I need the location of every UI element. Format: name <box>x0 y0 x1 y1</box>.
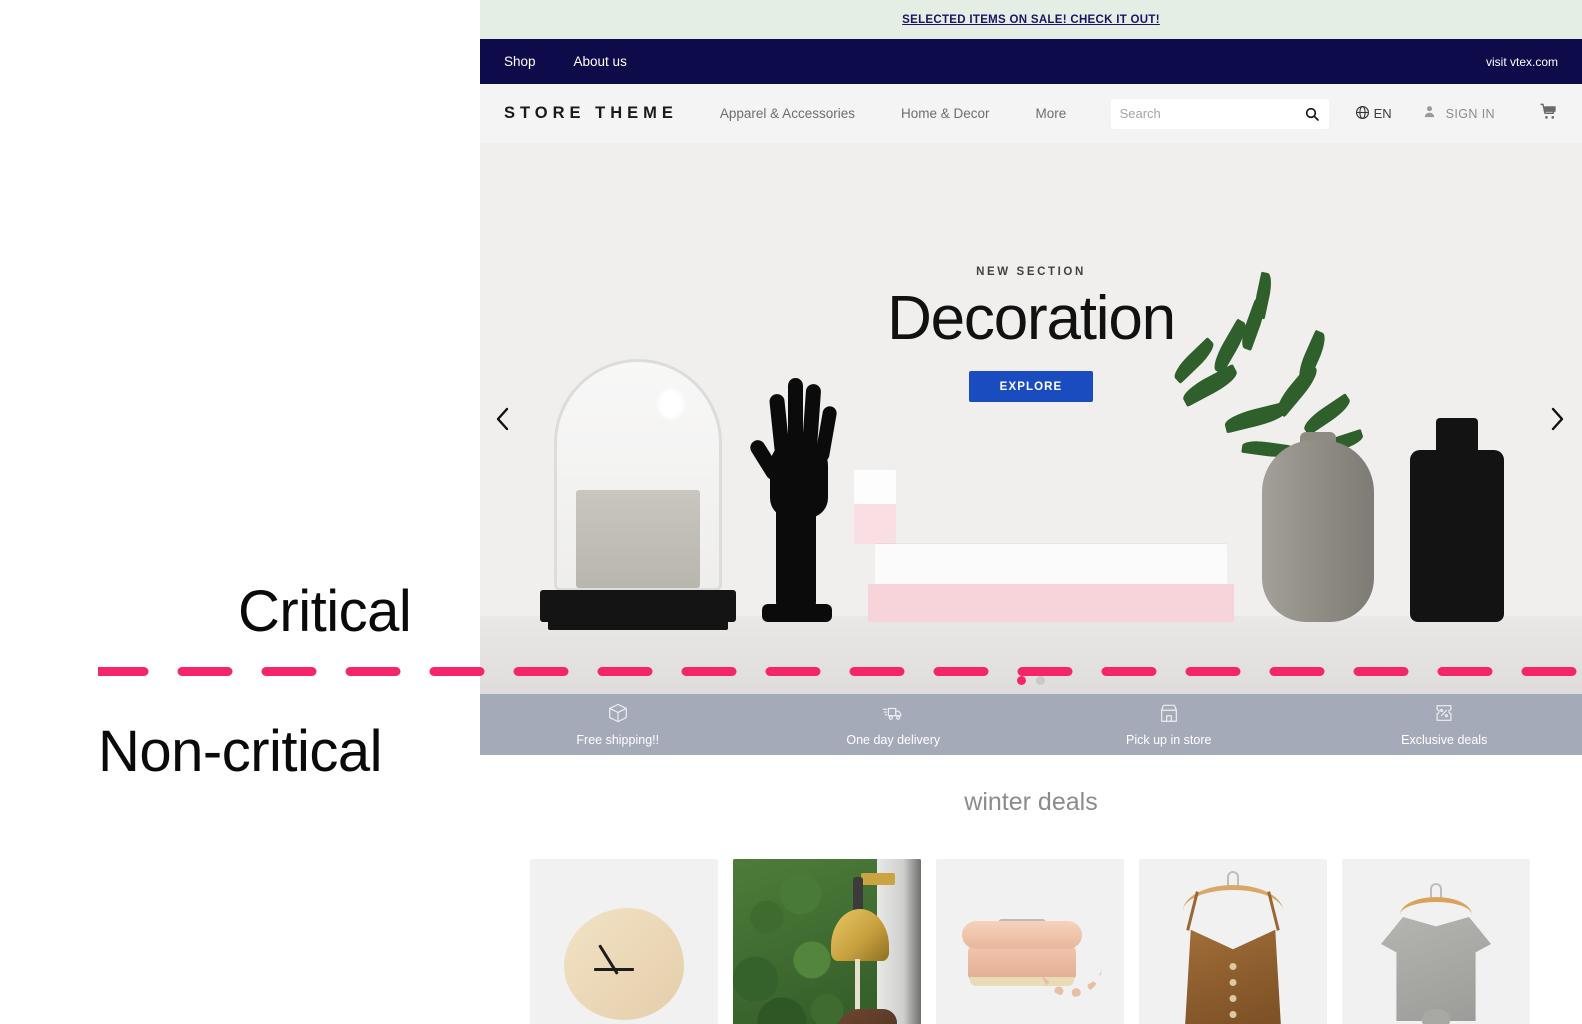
product-card-gray-knot-tshirt[interactable] <box>1342 859 1530 1024</box>
benefit-label: Free shipping!! <box>576 733 660 747</box>
critical-label: Critical <box>238 579 412 644</box>
white-book-object <box>875 544 1227 586</box>
benefit-label: One day delivery <box>846 733 941 747</box>
explore-button[interactable]: EXPLORE <box>969 371 1093 403</box>
promo-bar: SELECTED ITEMS ON SALE! CHECK IT OUT! <box>480 0 1582 39</box>
discount-ticket-icon <box>1433 702 1455 729</box>
top-nav-links: Shop About us <box>504 54 627 69</box>
non-critical-label: Non-critical <box>98 719 383 784</box>
benefit-one-day-delivery[interactable]: One day delivery <box>756 702 1032 747</box>
search-input[interactable] <box>1119 106 1304 121</box>
shopping-cart-icon[interactable] <box>1539 102 1558 126</box>
benefit-label: Exclusive deals <box>1401 733 1488 747</box>
site-header: STORE THEME Apparel & Accessories Home &… <box>480 84 1582 143</box>
top-nav-item-shop[interactable]: Shop <box>504 54 536 69</box>
benefit-free-shipping[interactable]: Free shipping!! <box>480 702 756 747</box>
promo-link[interactable]: SELECTED ITEMS ON SALE! CHECK IT OUT! <box>902 14 1160 26</box>
website-screenshot: SELECTED ITEMS ON SALE! CHECK IT OUT! Sh… <box>480 0 1582 1024</box>
product-card-wooden-wall-clock[interactable] <box>530 859 718 1024</box>
package-box-icon <box>607 702 629 729</box>
clock-image <box>564 907 684 1020</box>
product-card-rotary-telephone[interactable] <box>936 859 1124 1024</box>
top-nav-item-about-us[interactable]: About us <box>574 54 627 69</box>
black-hand-sculpture <box>747 378 846 622</box>
screenshot-root: Critical Non-critical SELECTED ITEMS ON … <box>0 0 1582 1024</box>
language-label: EN <box>1373 106 1392 121</box>
globe-icon <box>1355 105 1370 123</box>
chevron-left-icon[interactable] <box>486 402 520 436</box>
benefit-exclusive-deals[interactable]: Exclusive deals <box>1307 702 1582 747</box>
search-box[interactable] <box>1110 98 1329 129</box>
hero-carousel: NEW SECTION Decoration EXPLORE <box>480 143 1582 694</box>
nav-item-home-decor[interactable]: Home & Decor <box>901 106 990 121</box>
hero-eyebrow: NEW SECTION <box>976 266 1086 278</box>
product-shelf <box>480 859 1582 1024</box>
main-navigation: Apparel & Accessories Home & Decor More <box>720 106 1066 121</box>
pink-book-object <box>868 584 1234 622</box>
benefit-pick-up-in-store[interactable]: Pick up in store <box>1031 702 1307 747</box>
language-selector[interactable]: EN <box>1355 105 1392 123</box>
sign-in-label: SIGN IN <box>1445 106 1495 121</box>
hero-background-photo <box>480 143 1582 694</box>
benefits-bar: Free shipping!! One day delivery Pick up… <box>480 694 1582 755</box>
nav-item-more[interactable]: More <box>1036 106 1067 121</box>
carousel-dots <box>480 676 1582 685</box>
product-card-brass-bell[interactable] <box>733 859 921 1024</box>
annotation-panel: Critical Non-critical <box>0 0 480 1024</box>
white-box-object <box>854 470 896 504</box>
carousel-dot-1[interactable] <box>1017 676 1026 685</box>
hero-content: NEW SECTION Decoration EXPLORE <box>480 266 1582 403</box>
benefit-label: Pick up in store <box>1126 733 1212 747</box>
carousel-dot-2[interactable] <box>1036 676 1045 685</box>
hero-title: Decoration <box>887 284 1176 353</box>
sign-in-button[interactable]: SIGN IN <box>1422 104 1495 124</box>
chevron-right-icon[interactable] <box>1540 402 1574 436</box>
pink-box-object <box>854 504 896 544</box>
person-icon <box>1422 104 1437 124</box>
storefront-icon <box>1158 702 1180 729</box>
product-card-brown-camisole[interactable] <box>1139 859 1327 1024</box>
delivery-truck-icon <box>882 702 904 729</box>
store-logo[interactable]: STORE THEME <box>504 104 678 123</box>
header-actions: EN SIGN IN <box>1110 98 1558 129</box>
top-navigation-bar: Shop About us visit vtex.com <box>480 39 1582 84</box>
visit-vtex-link[interactable]: visit vtex.com <box>1486 55 1558 69</box>
search-icon[interactable] <box>1304 106 1320 122</box>
shelf-title: winter deals <box>964 788 1098 816</box>
nav-item-apparel-accessories[interactable]: Apparel & Accessories <box>720 106 855 121</box>
